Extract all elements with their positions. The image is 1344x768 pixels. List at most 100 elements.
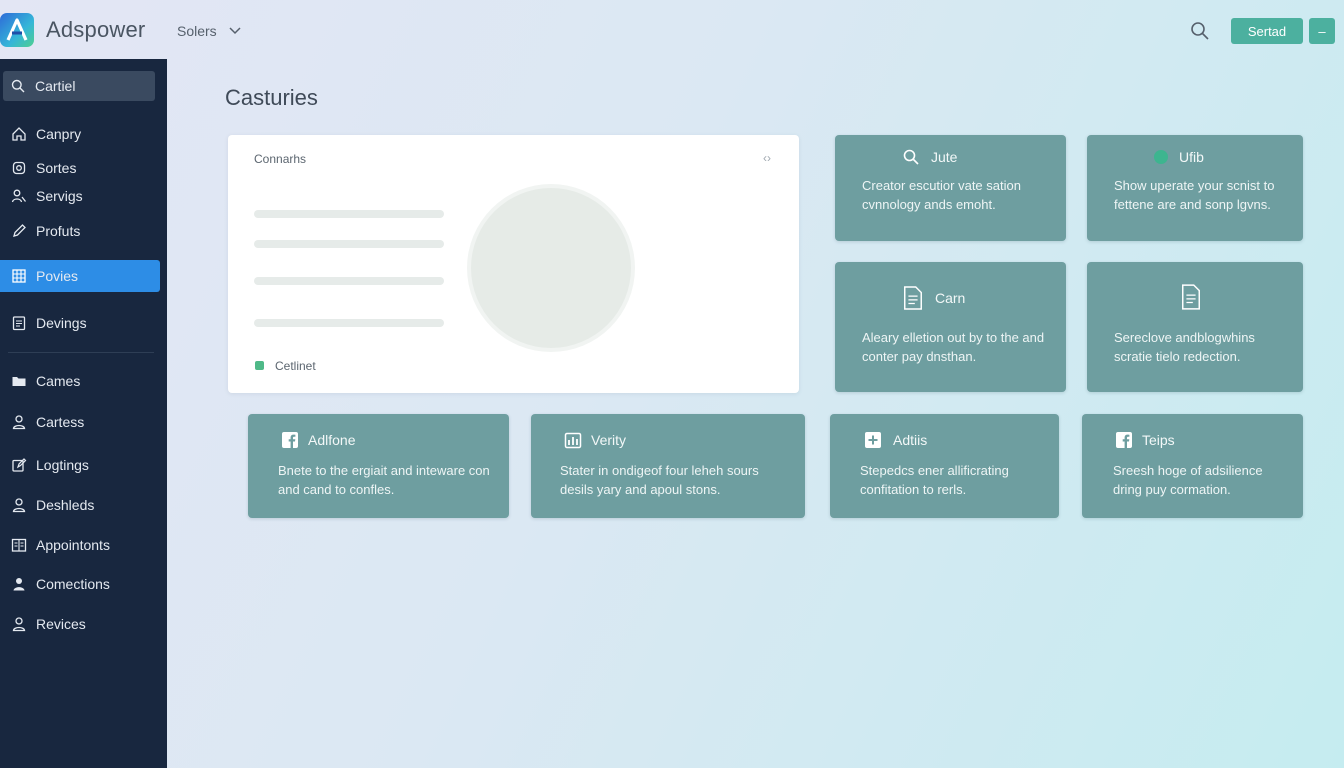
feature-card[interactable]: Carn Aleary elletion out by to the and c…: [835, 262, 1066, 392]
user-icon: [12, 415, 26, 430]
sidebar-item-povies[interactable]: Povies: [0, 260, 160, 292]
home-icon: [12, 127, 26, 141]
card-description: Sreesh hoge of adsilience dring puy corm…: [1113, 463, 1263, 497]
facebook-icon: [280, 430, 300, 450]
app-name: Adspower: [46, 17, 146, 42]
facebook-icon: [1114, 430, 1134, 450]
chart-icon: [563, 430, 583, 450]
sidebar-item-cames[interactable]: Cames: [0, 365, 160, 397]
settings-icon: [12, 161, 26, 175]
panel-title: Connarhs: [254, 152, 307, 166]
card-header: Teips: [1082, 430, 1303, 450]
card-description: Stepedcs ener allificrating confitation …: [860, 463, 1009, 497]
status-label: Cetlinet: [275, 359, 316, 373]
users-icon: [11, 189, 27, 203]
card-header: Adlfone: [248, 430, 509, 450]
chevron-down-icon: [229, 27, 241, 35]
search-icon: [11, 79, 25, 93]
more-button[interactable]: –: [1309, 18, 1335, 44]
sidebar-item-label: Logtings: [36, 457, 89, 473]
card-description: Aleary elletion out by to the and conter…: [862, 330, 1045, 364]
sidebar-search[interactable]: Cartiel: [3, 71, 155, 101]
sidebar-item-label: Appointonts: [36, 537, 110, 553]
panel-options-icon[interactable]: ‹›: [763, 151, 771, 165]
primary-action-button[interactable]: Sertad: [1231, 18, 1303, 44]
sidebar-item-label: Cartess: [36, 414, 85, 430]
card-description: Sereclove andblogwhins scratie tielo red…: [1114, 330, 1255, 364]
folder-icon: [12, 377, 26, 386]
sidebar-search-label: Cartiel: [35, 78, 76, 94]
card-description: Creator escutior vate sation cvnnology a…: [862, 178, 1021, 212]
sidebar-item-label: Servigs: [36, 188, 83, 204]
plus-icon: [863, 430, 883, 450]
sidebar-item-label: Canpry: [36, 126, 82, 142]
sidebar-item-comections[interactable]: Comections: [0, 568, 160, 600]
pen-icon: [13, 224, 26, 237]
feature-card[interactable]: Adlfone Bnete to the ergiait and intewar…: [248, 414, 509, 518]
placeholder-line: [254, 240, 444, 248]
top-bar: Adspower Solers Sertad –: [0, 0, 1344, 60]
sidebar-item-label: Profuts: [36, 223, 81, 239]
sidebar-item-logtings[interactable]: Logtings: [0, 449, 160, 481]
grid-icon: [12, 269, 26, 283]
edit-icon: [12, 458, 27, 472]
sidebar-item-devings[interactable]: Devings: [0, 307, 160, 339]
page-title: Casturies: [225, 85, 318, 110]
placeholder-circle: [471, 188, 631, 348]
card-header: Adtiis: [830, 430, 1059, 450]
feature-card[interactable]: Teips Sreesh hoge of adsilience dring pu…: [1082, 414, 1303, 518]
sidebar-item-label: Sortes: [36, 160, 77, 176]
sidebar-item-servigs[interactable]: Servigs: [0, 180, 160, 212]
card-description: Stater in ondigeof four leheh sours desi…: [560, 463, 759, 497]
feature-card[interactable]: Verity Stater in ondigeof four leheh sou…: [531, 414, 805, 518]
people-icon: [12, 498, 26, 513]
card-header: Carn: [835, 284, 1066, 312]
feature-card[interactable]: Adtiis Stepedcs ener allificrating confi…: [830, 414, 1059, 518]
card-title: Jute: [931, 149, 958, 165]
status-indicator: [255, 361, 264, 370]
user-icon: [12, 617, 26, 632]
card-description: Show uperate your scnist to fettene are …: [1114, 178, 1275, 212]
card-header: [1087, 282, 1303, 312]
card-header: Jute: [835, 147, 1066, 167]
person-filled-icon: [13, 578, 25, 591]
sidebar-item-deshleds[interactable]: Deshleds: [0, 489, 160, 521]
sidebar-item-profuts[interactable]: Profuts: [0, 215, 160, 247]
card-title: Adtiis: [893, 432, 928, 448]
top-menu-dropdown[interactable]: Solers: [177, 23, 241, 39]
sidebar-item-label: Cames: [36, 373, 81, 389]
top-menu-label: Solers: [177, 23, 217, 39]
document-icon: [1179, 282, 1203, 312]
sidebar-item-label: Revices: [36, 616, 86, 632]
feature-card[interactable]: Jute Creator escutior vate sation cvnnol…: [835, 135, 1066, 241]
overview-panel: Connarhs ‹› Cetlinet: [228, 135, 799, 393]
search-icon: [901, 147, 921, 167]
sidebar-item-appointonts[interactable]: Appointonts: [0, 529, 160, 561]
sidebar-item-revices[interactable]: Revices: [0, 608, 160, 640]
sidebar-item-label: Comections: [36, 576, 110, 592]
card-title: Ufib: [1179, 149, 1204, 165]
card-title: Adlfone: [308, 432, 356, 448]
sidebar-item-label: Devings: [36, 315, 87, 331]
card-header: Ufib: [1087, 147, 1303, 167]
feature-card[interactable]: Sereclove andblogwhins scratie tielo red…: [1087, 262, 1303, 392]
sidebar-item-canpry[interactable]: Canpry: [0, 118, 160, 150]
document-icon: [901, 284, 925, 312]
app-logo-icon[interactable]: [0, 13, 34, 47]
document-icon: [12, 316, 26, 331]
search-icon[interactable]: [1190, 21, 1210, 41]
placeholder-line: [254, 319, 444, 327]
card-header: Verity: [531, 430, 805, 450]
calendar-icon: [11, 538, 27, 552]
sidebar-divider: [8, 352, 154, 353]
card-title: Carn: [935, 290, 966, 306]
sidebar: Cartiel Canpry Sortes Servigs Profuts Po…: [0, 59, 167, 768]
feature-card[interactable]: Ufib Show uperate your scnist to fettene…: [1087, 135, 1303, 241]
card-title: Teips: [1142, 432, 1175, 448]
dot-icon: [1151, 147, 1171, 167]
sidebar-item-label: Deshleds: [36, 497, 95, 513]
placeholder-line: [254, 210, 444, 218]
sidebar-item-cartess[interactable]: Cartess: [0, 406, 160, 438]
card-title: Verity: [591, 432, 627, 448]
placeholder-line: [254, 277, 444, 285]
